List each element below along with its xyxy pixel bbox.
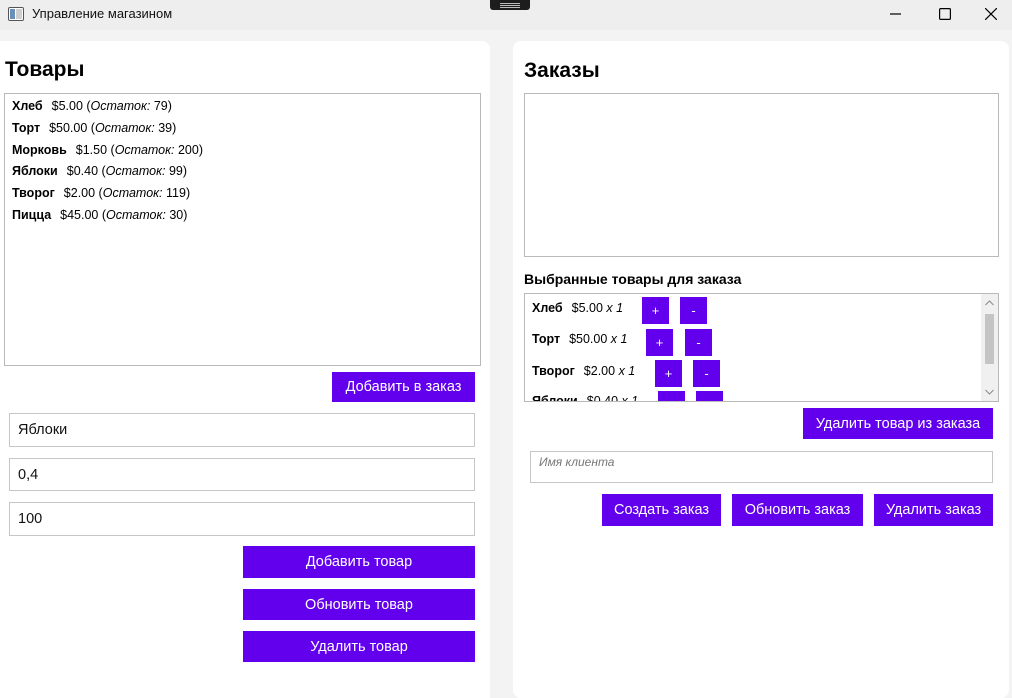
product-list-item[interactable]: Торт $50.00 (Остаток: 39) — [5, 118, 480, 140]
maximize-icon — [939, 8, 951, 20]
scroll-thumb[interactable] — [985, 314, 994, 364]
remove-item-from-order-button[interactable]: Удалить товар из заказа — [803, 408, 993, 439]
product-list-item[interactable]: Пицца $45.00 (Остаток: 30) — [5, 205, 480, 227]
product-price-field[interactable]: 0,4 — [9, 458, 475, 491]
increase-qty-button[interactable]: + — [646, 329, 673, 356]
orders-panel: Заказы Выбранные товары для заказа Хлеб $… — [513, 41, 1009, 698]
minimize-button[interactable] — [873, 0, 919, 30]
maximize-button[interactable] — [922, 0, 968, 30]
title-bar: Управление магазином — [0, 0, 1012, 30]
minimize-icon — [890, 13, 901, 15]
orders-list[interactable] — [524, 93, 999, 257]
create-order-button[interactable]: Создать заказ — [602, 494, 721, 526]
selected-item[interactable]: Яблоки $0.40 x 1 — [532, 390, 638, 401]
product-list-item[interactable]: Яблоки $0.40 (Остаток: 99) — [5, 161, 480, 183]
scroll-down-icon[interactable] — [981, 384, 998, 400]
increase-qty-button[interactable]: + — [642, 297, 669, 324]
close-button[interactable] — [968, 0, 1012, 30]
close-icon — [985, 8, 997, 20]
scroll-up-icon[interactable] — [981, 295, 998, 311]
add-to-order-button[interactable]: Добавить в заказ — [332, 372, 475, 402]
delete-product-button[interactable]: Удалить товар — [243, 631, 475, 662]
app-icon — [8, 7, 24, 21]
selected-item[interactable]: Торт $50.00 x 1 — [532, 328, 627, 350]
product-name-field[interactable]: Яблоки — [9, 413, 475, 447]
products-panel: Товары Хлеб $5.00 (Остаток: 79) Торт $50.0… — [0, 41, 490, 698]
selected-items-heading: Выбранные товары для заказа — [524, 271, 742, 287]
product-list-item[interactable]: Хлеб $5.00 (Остаток: 79) — [5, 96, 480, 118]
drag-handle[interactable] — [490, 0, 530, 10]
update-product-button[interactable]: Обновить товар — [243, 589, 475, 620]
products-heading: Товары — [5, 58, 85, 81]
product-stock-field[interactable]: 100 — [9, 502, 475, 536]
selected-item[interactable]: Творог $2.00 x 1 — [532, 360, 635, 382]
update-order-button[interactable]: Обновить заказ — [732, 494, 863, 526]
decrease-qty-button[interactable]: - — [685, 329, 712, 356]
selected-items-scrollbar[interactable] — [981, 294, 998, 401]
products-list[interactable]: Хлеб $5.00 (Остаток: 79) Торт $50.00 (Оста… — [4, 93, 481, 366]
selected-item[interactable]: Хлеб $5.00 x 1 — [532, 297, 623, 319]
decrease-qty-button[interactable]: - — [696, 391, 723, 401]
client-name-input[interactable]: Имя клиента — [530, 451, 993, 483]
decrease-qty-button[interactable]: - — [680, 297, 707, 324]
product-list-item[interactable]: Морковь $1.50 (Остаток: 200) — [5, 140, 480, 162]
orders-heading: Заказы — [524, 59, 600, 82]
increase-qty-button[interactable]: + — [658, 391, 685, 401]
window-title: Управление магазином — [32, 6, 173, 21]
add-product-button[interactable]: Добавить товар — [243, 546, 475, 578]
product-list-item[interactable]: Творог $2.00 (Остаток: 119) — [5, 183, 480, 205]
selected-items-list[interactable]: Хлеб $5.00 x 1 + - Торт $50.00 x 1 + - Тво… — [524, 293, 999, 402]
increase-qty-button[interactable]: + — [655, 360, 682, 387]
delete-order-button[interactable]: Удалить заказ — [874, 494, 993, 526]
decrease-qty-button[interactable]: - — [693, 360, 720, 387]
